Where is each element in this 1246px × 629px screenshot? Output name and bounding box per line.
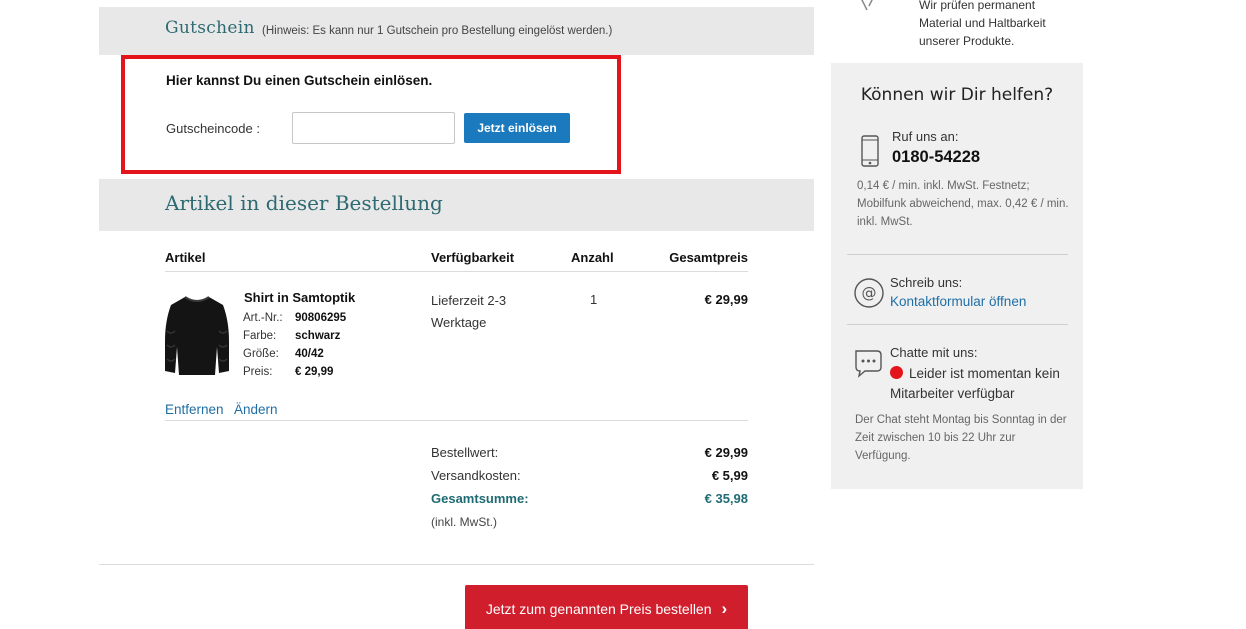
help-panel: Können wir Dir helfen? Ruf uns an: 0180-… bbox=[831, 63, 1083, 489]
phone-icon bbox=[861, 135, 879, 167]
sidebar-divider bbox=[847, 254, 1068, 255]
voucher-form-box: Hier kannst Du einen Gutschein einlösen.… bbox=[121, 55, 621, 174]
shipping-value: € 5,99 bbox=[711, 468, 748, 483]
grand-total-label: Gesamtsumme: bbox=[431, 491, 529, 506]
voucher-code-input[interactable] bbox=[292, 112, 455, 144]
call-label: Ruf uns an: bbox=[892, 129, 959, 144]
svg-text:@: @ bbox=[862, 284, 877, 302]
voucher-hint: (Hinweis: Es kann nur 1 Gutschein pro Be… bbox=[262, 25, 613, 37]
phone-tariff-note: 0,14 € / min. inkl. MwSt. Festnetz; Mobi… bbox=[857, 180, 1069, 228]
quality-text-line-3: unserer Produkte. bbox=[919, 34, 1015, 48]
attr-label-price: Preis: bbox=[243, 366, 273, 378]
attr-value-size: 40/42 bbox=[295, 348, 324, 360]
item-row-divider bbox=[165, 420, 748, 421]
shipping-label: Versandkosten: bbox=[431, 468, 521, 483]
quality-text-line-1: Wir prüfen permanent bbox=[919, 0, 1036, 12]
column-header-total: Gesamtpreis bbox=[669, 250, 748, 265]
chat-label: Chatte mit uns: bbox=[890, 345, 978, 360]
write-label: Schreib uns: bbox=[890, 275, 963, 290]
edit-item-link[interactable]: Ändern bbox=[234, 402, 278, 417]
remove-item-link[interactable]: Entfernen bbox=[165, 402, 224, 417]
column-header-article: Artikel bbox=[165, 250, 206, 265]
place-order-button[interactable]: Jetzt zum genannten Preis bestellen › bbox=[465, 585, 748, 629]
chat-status: Leider ist momentan kein Mitarbeiter ver… bbox=[890, 366, 1060, 401]
chat-hours-note: Der Chat steht Montag bis Sonntag in der… bbox=[855, 414, 1067, 462]
place-order-label: Jetzt zum genannten Preis bestellen bbox=[485, 601, 712, 617]
voucher-section-title: Gutschein bbox=[165, 18, 255, 38]
redeem-voucher-button[interactable]: Jetzt einlösen bbox=[464, 113, 570, 143]
quantity-value: 1 bbox=[590, 292, 598, 307]
column-header-availability: Verfügbarkeit bbox=[431, 250, 515, 265]
attr-label-color: Farbe: bbox=[243, 330, 277, 342]
table-header-divider bbox=[165, 271, 748, 272]
quality-text: Wir prüfen permanent Material und Haltba… bbox=[919, 0, 1046, 50]
voucher-code-label: Gutscheincode : bbox=[166, 121, 260, 136]
product-name[interactable]: Shirt in Samtoptik bbox=[244, 290, 355, 305]
summary-divider bbox=[99, 564, 814, 565]
chat-bubble-icon bbox=[855, 350, 882, 378]
phone-number[interactable]: 0180-54228 bbox=[892, 148, 980, 167]
help-title: Können wir Dir helfen? bbox=[860, 85, 1054, 105]
attr-value-article-number: 90806295 bbox=[295, 312, 347, 324]
voucher-heading: Hier kannst Du einen Gutschein einlösen. bbox=[166, 73, 433, 88]
attr-label-size: Größe: bbox=[243, 348, 279, 360]
sidebar-divider bbox=[847, 324, 1068, 325]
grand-total-value: € 35,98 bbox=[704, 491, 748, 506]
tax-note: (inkl. MwSt.) bbox=[431, 515, 497, 529]
product-image[interactable] bbox=[163, 291, 231, 377]
contact-form-link[interactable]: Kontaktformular öffnen bbox=[890, 294, 1026, 309]
attr-value-color: schwarz bbox=[295, 330, 341, 342]
column-header-quantity: Anzahl bbox=[571, 250, 614, 265]
voucher-section-header: Gutschein (Hinweis: Es kann nur 1 Gutsch… bbox=[99, 7, 814, 55]
availability-text: Lieferzeit 2-3 Werktage bbox=[431, 293, 507, 330]
at-sign-icon: @ bbox=[854, 278, 884, 308]
subtotal-label: Bestellwert: bbox=[431, 445, 499, 460]
order-section-title: Artikel in dieser Bestellung bbox=[165, 191, 443, 215]
order-section-header: Artikel in dieser Bestellung bbox=[99, 179, 814, 231]
quality-check-icon bbox=[861, 0, 873, 11]
item-total-price: € 29,99 bbox=[704, 292, 748, 307]
attr-value-price: € 29,99 bbox=[295, 366, 334, 378]
attr-label-article-number: Art.-Nr.: bbox=[243, 312, 283, 324]
quality-text-line-2: Material und Haltbarkeit bbox=[919, 16, 1046, 30]
chevron-right-icon: › bbox=[721, 599, 728, 618]
subtotal-value: € 29,99 bbox=[704, 445, 748, 460]
